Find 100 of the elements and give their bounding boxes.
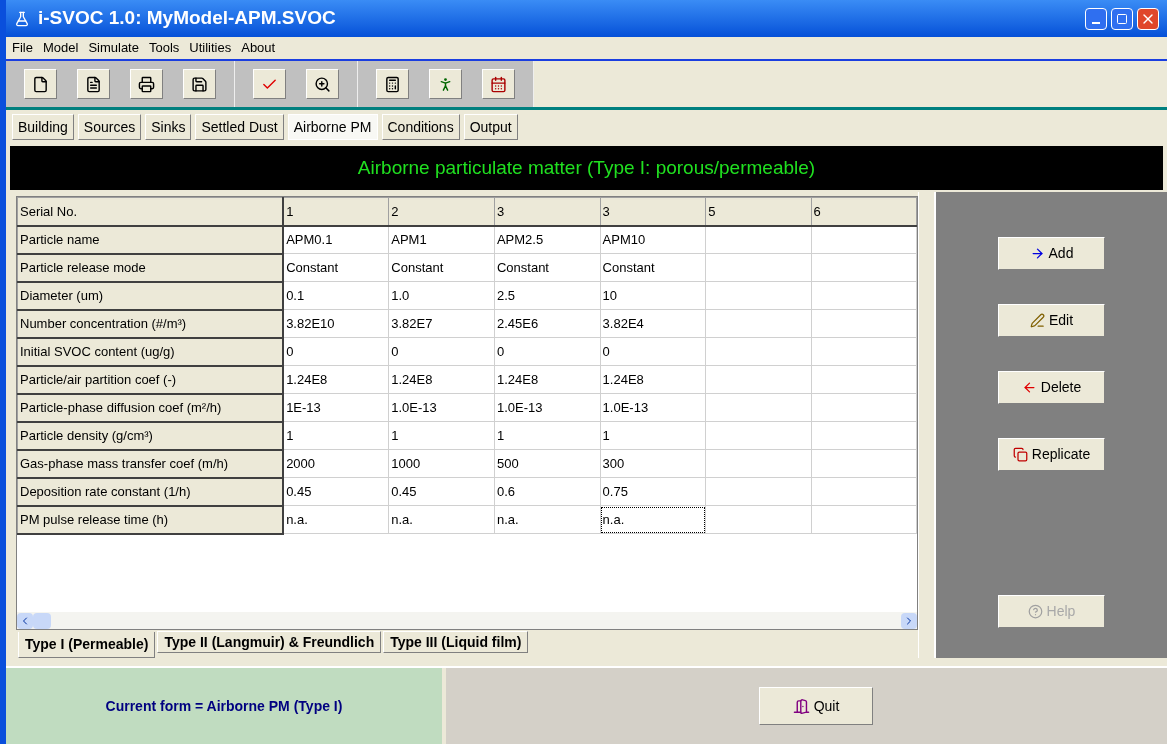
table-cell[interactable]: 0 bbox=[283, 337, 389, 366]
side-button[interactable]: Replicate bbox=[998, 438, 1105, 471]
menu-item[interactable]: Utilities bbox=[189, 38, 232, 58]
table-cell[interactable]: 0.45 bbox=[283, 477, 389, 506]
table-cell[interactable]: 1 bbox=[283, 421, 389, 450]
table-cell[interactable]: 1.24E8 bbox=[600, 365, 706, 394]
table-cell[interactable]: n.a. bbox=[494, 505, 601, 534]
toolbar-button[interactable] bbox=[482, 69, 515, 99]
menu-item[interactable]: Model bbox=[42, 38, 79, 58]
calendar-icon bbox=[490, 75, 507, 93]
column-header: 6 bbox=[811, 197, 917, 226]
table-cell[interactable]: APM0.1 bbox=[283, 225, 389, 254]
table-cell[interactable]: 0 bbox=[600, 337, 706, 366]
row-label: Initial SVOC content (ug/g) bbox=[17, 337, 284, 366]
tab[interactable]: Airborne PM bbox=[287, 114, 378, 140]
menu-item[interactable]: Tools bbox=[148, 38, 180, 58]
table-cell[interactable]: 0 bbox=[388, 337, 495, 366]
table-cell[interactable]: 2.5 bbox=[494, 281, 601, 310]
menu-item[interactable]: About bbox=[241, 38, 276, 58]
row-header: Serial No. bbox=[17, 197, 284, 226]
table-cell[interactable]: 300 bbox=[600, 449, 706, 478]
table-cell[interactable]: 0.1 bbox=[283, 281, 389, 310]
table-cell[interactable]: 1.0E-13 bbox=[388, 393, 495, 422]
tab[interactable]: Conditions bbox=[381, 114, 460, 140]
toolbar-button[interactable] bbox=[306, 69, 339, 99]
tab[interactable]: Type I (Permeable) bbox=[18, 632, 156, 658]
column-header: 2 bbox=[388, 197, 495, 226]
tab[interactable]: Type II (Langmuir) & Freundlich bbox=[157, 631, 382, 653]
table-cell[interactable]: 0 bbox=[494, 337, 601, 366]
toolbar-button[interactable] bbox=[130, 69, 163, 99]
table-cell[interactable]: 1 bbox=[600, 421, 706, 450]
status-text: Current form = Airborne PM (Type I) bbox=[105, 696, 343, 716]
row-label: Particle density (g/cm³) bbox=[17, 421, 284, 450]
table-cell[interactable]: 0.75 bbox=[600, 477, 706, 506]
side-button[interactable]: Add bbox=[998, 237, 1105, 270]
table-cell[interactable]: n.a. bbox=[388, 505, 495, 534]
table-cell[interactable]: Constant bbox=[494, 253, 601, 282]
table-cell[interactable]: 1 bbox=[388, 421, 495, 450]
tab[interactable]: Sinks bbox=[145, 114, 192, 140]
table-cell[interactable]: 3.82E4 bbox=[600, 309, 706, 338]
row-label: PM pulse release time (h) bbox=[17, 505, 284, 534]
table-cell[interactable]: 2000 bbox=[283, 449, 389, 478]
document-icon bbox=[85, 75, 102, 93]
new-file-icon bbox=[32, 75, 49, 93]
minimize-icon bbox=[1092, 21, 1100, 24]
toolbar-button[interactable] bbox=[77, 69, 110, 99]
tab[interactable]: Type III (Liquid film) bbox=[383, 631, 529, 653]
table-cell[interactable]: 1.24E8 bbox=[283, 365, 389, 394]
tab[interactable]: Output bbox=[463, 114, 518, 140]
table-cell[interactable]: 1.0 bbox=[388, 281, 495, 310]
table-cell[interactable]: Constant bbox=[283, 253, 389, 282]
column-header: 3 bbox=[600, 197, 706, 226]
row-label: Particle/air partition coef (-) bbox=[17, 365, 284, 394]
menu-item[interactable]: Simulate bbox=[88, 38, 139, 58]
table-cell[interactable]: 0.45 bbox=[388, 477, 495, 506]
table-cell[interactable]: APM10 bbox=[600, 225, 706, 254]
toolbar-button[interactable] bbox=[24, 69, 57, 99]
table-cell[interactable]: APM1 bbox=[388, 225, 495, 254]
table-cell[interactable]: 2.45E6 bbox=[494, 309, 601, 338]
minimize-button[interactable] bbox=[1085, 7, 1107, 30]
close-button[interactable] bbox=[1137, 7, 1159, 30]
tab[interactable]: Building bbox=[12, 114, 74, 140]
table-cell[interactable]: 0.6 bbox=[494, 477, 601, 506]
row-label: Particle-phase diffusion coef (m²/h) bbox=[17, 393, 284, 422]
table-cell[interactable]: 10 bbox=[600, 281, 706, 310]
window-title: i-SVOC 1.0: MyModel-APM.SVOC bbox=[38, 6, 336, 31]
table-cell[interactable]: 500 bbox=[494, 449, 601, 478]
menu-item[interactable]: File bbox=[12, 38, 33, 58]
maximize-icon bbox=[1116, 12, 1128, 25]
table-cell[interactable]: 3.82E7 bbox=[388, 309, 495, 338]
maximize-button[interactable] bbox=[1111, 7, 1133, 30]
tab[interactable]: Sources bbox=[77, 114, 142, 140]
table-cell[interactable]: 1.0E-13 bbox=[600, 393, 706, 422]
table-cell[interactable]: Constant bbox=[388, 253, 495, 282]
toolbar-button[interactable] bbox=[376, 69, 409, 99]
table-cell[interactable]: APM2.5 bbox=[494, 225, 601, 254]
printer-icon bbox=[138, 75, 155, 93]
door-icon bbox=[792, 697, 810, 715]
table-cell[interactable]: 1E-13 bbox=[283, 393, 389, 422]
table-cell[interactable]: 1 bbox=[494, 421, 601, 450]
calculator-icon bbox=[384, 75, 401, 93]
row-label: Number concentration (#/m³) bbox=[17, 309, 284, 338]
table-cell[interactable]: 1000 bbox=[388, 449, 495, 478]
side-button[interactable]: Edit bbox=[998, 304, 1105, 337]
horizontal-scrollbar[interactable] bbox=[17, 612, 917, 629]
row-label: Gas-phase mass transfer coef (m/h) bbox=[17, 449, 284, 478]
scroll-thumb[interactable] bbox=[33, 612, 51, 629]
table-cell[interactable]: 1.24E8 bbox=[494, 365, 601, 394]
table-cell[interactable]: 1.0E-13 bbox=[494, 393, 601, 422]
table-cell[interactable]: n.a. bbox=[283, 505, 389, 534]
table-cell[interactable]: 1.24E8 bbox=[388, 365, 495, 394]
row-label: Particle release mode bbox=[17, 253, 284, 282]
table-cell[interactable]: 3.82E10 bbox=[283, 309, 389, 338]
toolbar-button[interactable] bbox=[183, 69, 216, 99]
tab[interactable]: Settled Dust bbox=[195, 114, 284, 140]
table-cell[interactable]: n.a. bbox=[600, 505, 706, 534]
side-button[interactable]: Delete bbox=[998, 371, 1105, 404]
table-cell[interactable]: Constant bbox=[600, 253, 706, 282]
quit-button[interactable]: Quit bbox=[759, 687, 873, 725]
column-header: 1 bbox=[283, 197, 389, 226]
